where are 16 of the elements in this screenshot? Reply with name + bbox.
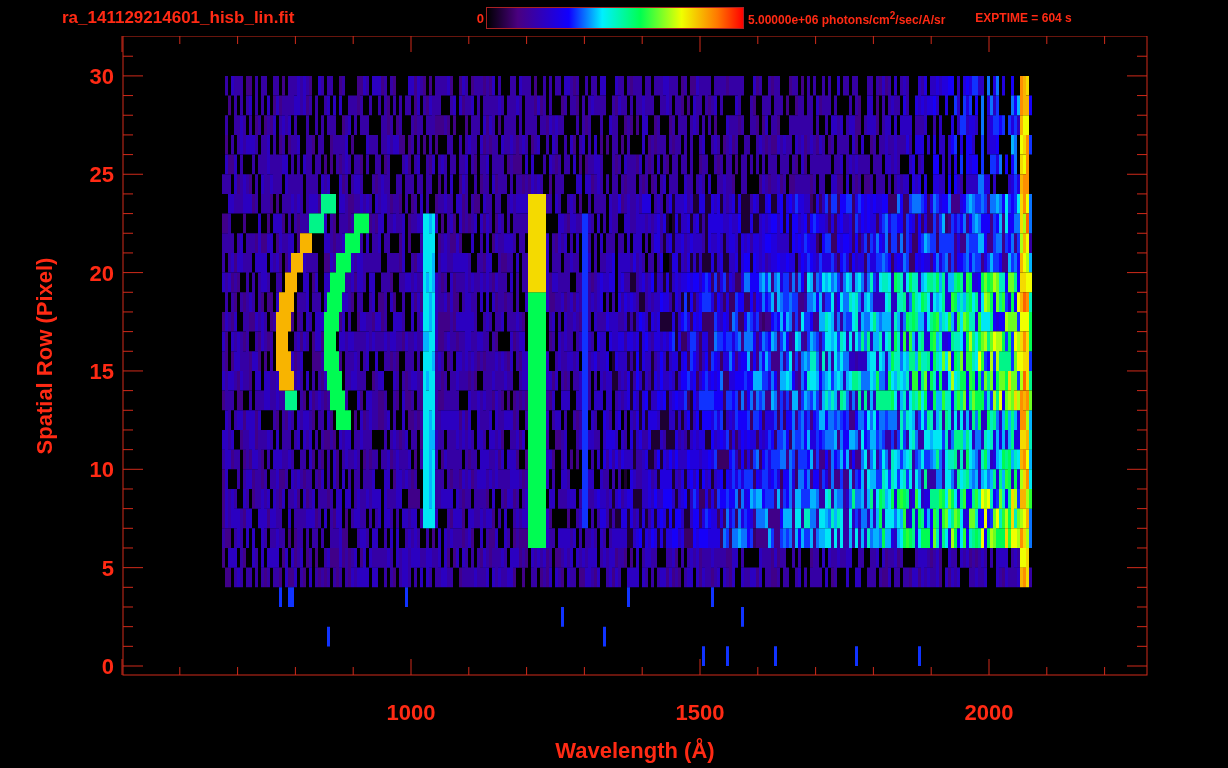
y-tick-label: 5 — [101, 555, 114, 581]
x-tick-label: 1000 — [386, 700, 436, 725]
colorbar-max-label: 5.00000e+06 photons/cm$^{2}$/sec/A/sr — [748, 9, 946, 27]
file-title: ra_141129214601_hisb_lin.fit — [62, 8, 296, 28]
x-axis-label: Wavelength (Å) — [555, 738, 715, 763]
y-tick-label: 10 — [89, 457, 114, 483]
exposure-time: EXPTIME = 604 s — [975, 11, 1072, 25]
y-tick-label: 25 — [89, 162, 114, 188]
y-tick-label: 30 — [89, 63, 114, 89]
y-tick-label: 20 — [89, 260, 114, 286]
colorbar-min-label: 0 — [475, 10, 484, 26]
y-tick-label: 15 — [89, 358, 114, 384]
y-tick-label: 0 — [101, 654, 114, 679]
x-tick-label: 1500 — [675, 700, 725, 725]
y-axis-label: Spatial Row (Pixel) — [32, 257, 57, 455]
x-tick-label: 2000 — [964, 700, 1014, 725]
